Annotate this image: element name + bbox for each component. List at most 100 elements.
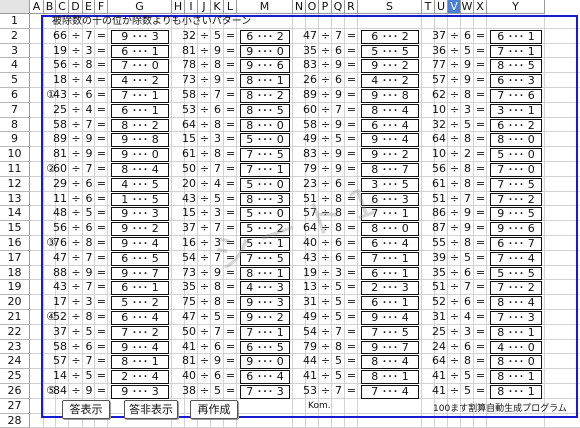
dividend: 83 [303, 58, 317, 72]
column-header-s[interactable]: S [358, 0, 422, 14]
regenerate-button[interactable]: 再作成 [190, 399, 238, 419]
equals-sign: = [225, 236, 236, 249]
row-header-4[interactable]: 4 [0, 58, 30, 74]
column-header-i[interactable]: I [185, 0, 198, 14]
divisor: 3 [214, 206, 221, 220]
dividend: 47 [303, 28, 317, 42]
row-header-15[interactable]: 15 [0, 221, 30, 236]
column-header-q[interactable]: Q [332, 0, 345, 14]
column-header-n[interactable]: N [293, 0, 306, 14]
column-header-x[interactable]: X [474, 0, 487, 14]
divide-sign: ÷ [320, 384, 331, 397]
row-header-17[interactable]: 17 [0, 250, 30, 266]
divide-sign: ÷ [320, 132, 331, 146]
row-header-3[interactable]: 3 [0, 43, 30, 59]
divisor: 5 [85, 206, 93, 220]
dividend: 32 [182, 28, 196, 42]
answer-box: 8 ･･･ 2 [111, 118, 169, 133]
row-header-27[interactable]: 27 [0, 398, 30, 414]
answer-box: 8 ･･･ 1 [361, 370, 419, 384]
equals-sign: = [475, 369, 486, 383]
row-header-16[interactable]: 16 [0, 236, 30, 251]
answer-box: 9 ･･･ 0 [111, 148, 169, 162]
equals-sign: = [225, 58, 236, 72]
column-header-f[interactable]: F [95, 0, 108, 14]
answer-box: 4 ･･･ 0 [490, 340, 542, 355]
divide-sign: ÷ [199, 354, 210, 368]
row-header-7[interactable]: 7 [0, 102, 30, 118]
divisor: 8 [214, 117, 221, 131]
answer-box: 5 ･･･ 2 [111, 296, 169, 310]
equals-sign: = [346, 73, 357, 87]
answer-box: 6 ･･･ 5 [111, 251, 169, 266]
column-header-k[interactable]: K [211, 0, 224, 14]
hide-answers-button[interactable]: 答非表示 [124, 399, 178, 419]
divisor: 7 [335, 324, 342, 338]
divisor: 6 [85, 339, 93, 353]
row-header-22[interactable]: 22 [0, 324, 30, 340]
row-header-9[interactable]: 9 [0, 132, 30, 148]
column-header-p[interactable]: P [319, 0, 332, 14]
row-header-21[interactable]: 21 [0, 310, 30, 325]
dividend: 16 [182, 236, 196, 249]
row-header-10[interactable]: 10 [0, 147, 30, 162]
answer-box: 7 ･･･ 2 [111, 325, 169, 340]
row-header-24[interactable]: 24 [0, 354, 30, 370]
row-header-20[interactable]: 20 [0, 295, 30, 310]
dividend: 48 [53, 206, 67, 220]
row-header-11[interactable]: 11 [0, 162, 30, 177]
column-header-c[interactable]: C [56, 0, 69, 14]
show-answers-button[interactable]: 答表示 [62, 399, 110, 419]
select-all-corner[interactable] [0, 0, 30, 14]
divide-sign: ÷ [320, 236, 331, 249]
divide-sign-selected: ÷ [449, 324, 460, 338]
row-header-1[interactable]: 1 [0, 14, 30, 29]
column-header-e[interactable]: E [83, 0, 95, 14]
row-header-26[interactable]: 26 [0, 384, 30, 399]
column-header-h[interactable]: H [172, 0, 185, 14]
row-header-8[interactable]: 8 [0, 117, 30, 133]
column-header-b[interactable]: B [44, 0, 56, 14]
row-header-6[interactable]: 6 [0, 88, 30, 103]
answer-box: 7 ･･･ 5 [361, 325, 419, 340]
column-header-j[interactable]: J [198, 0, 211, 14]
column-header-r[interactable]: R [345, 0, 358, 14]
divide-sign: ÷ [320, 295, 331, 309]
answer-box: 7 ･･･ 4 [490, 251, 542, 266]
row-header-28[interactable]: 28 [0, 413, 30, 428]
divisor: 3 [335, 265, 342, 279]
answer-box: 7 ･･･ 0 [111, 59, 169, 74]
answer-box: 9 ･･･ 0 [240, 44, 290, 59]
row-header-23[interactable]: 23 [0, 339, 30, 355]
divisor: 6 [85, 221, 93, 235]
column-header-v[interactable]: V [448, 0, 461, 14]
column-header-y[interactable]: Y [487, 0, 545, 14]
column-header-m[interactable]: M [237, 0, 293, 14]
row-header-2[interactable]: 2 [0, 28, 30, 44]
column-header-u[interactable]: U [435, 0, 448, 14]
column-header-g[interactable]: G [108, 0, 172, 14]
row-header-25[interactable]: 25 [0, 369, 30, 384]
divide-sign: ÷ [71, 221, 81, 235]
column-header-a[interactable]: A [30, 0, 44, 14]
divide-sign-selected: ÷ [449, 191, 460, 205]
equals-sign: = [225, 265, 236, 279]
divisor: 4 [85, 102, 93, 116]
column-header-o[interactable]: O [306, 0, 319, 14]
row-header-5[interactable]: 5 [0, 73, 30, 88]
row-header-18[interactable]: 18 [0, 265, 30, 281]
row-header-14[interactable]: 14 [0, 206, 30, 222]
equals-sign: = [346, 176, 357, 190]
row-header-12[interactable]: 12 [0, 176, 30, 192]
row-header-13[interactable]: 13 [0, 191, 30, 207]
column-header-d[interactable]: D [69, 0, 83, 14]
row-header-19[interactable]: 19 [0, 280, 30, 296]
column-header-t[interactable]: T [422, 0, 435, 14]
equals-sign: = [96, 28, 107, 42]
column-header-w[interactable]: W [461, 0, 474, 14]
divisor: 7 [85, 117, 93, 131]
divisor: 5 [335, 369, 342, 383]
divisor: 3 [464, 324, 471, 338]
divisor: 2 [464, 147, 471, 161]
column-header-l[interactable]: L [224, 0, 237, 14]
